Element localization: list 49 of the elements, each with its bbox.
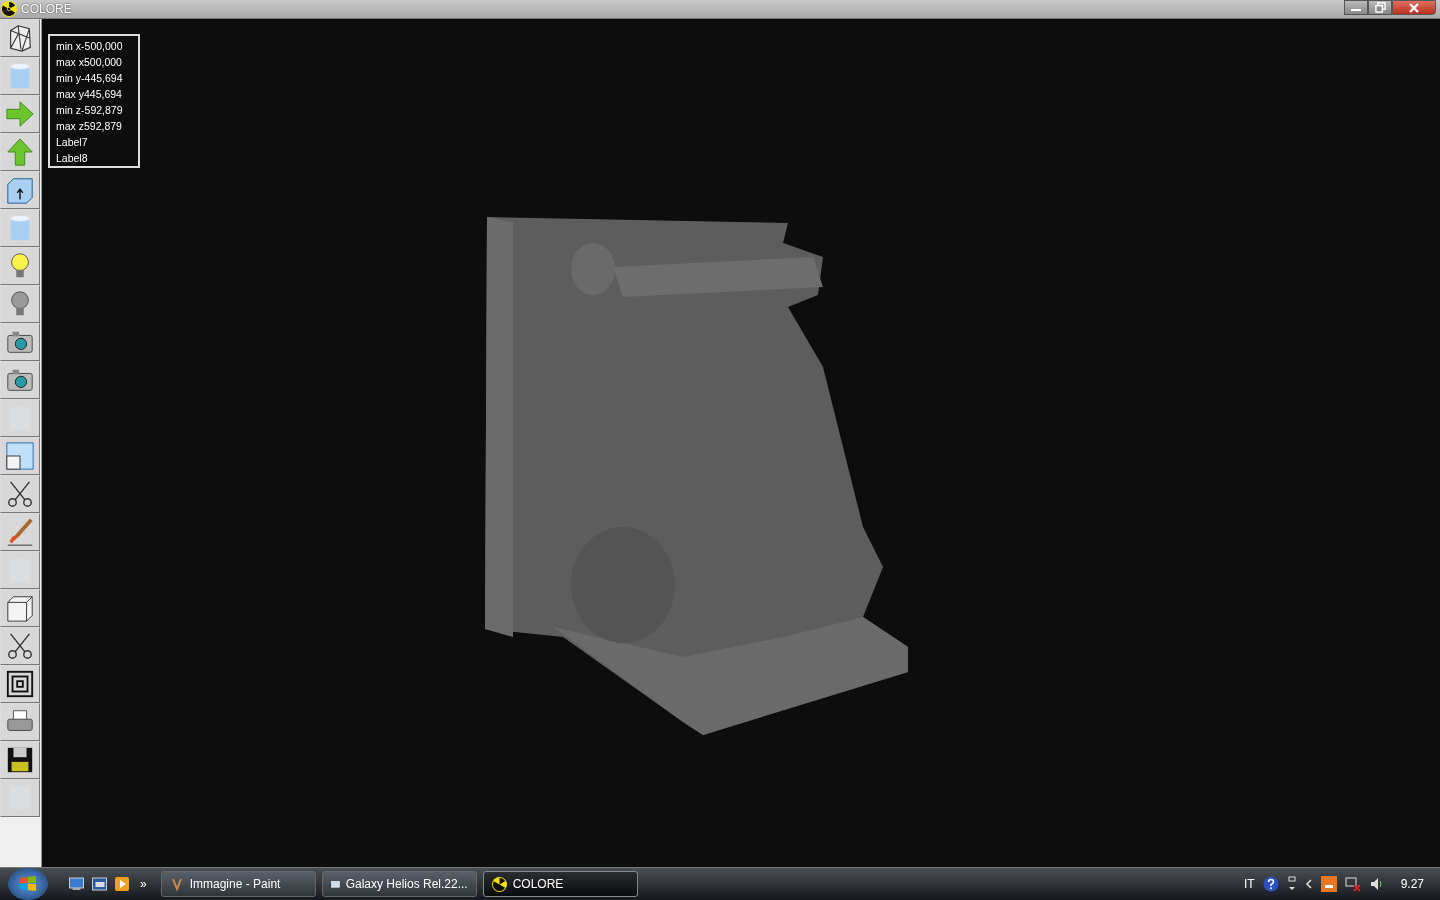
help-icon[interactable] [1262, 876, 1279, 892]
toolbar-button[interactable] [0, 741, 40, 779]
start-button[interactable] [8, 868, 48, 900]
windows-switch-icon[interactable] [91, 877, 108, 891]
radiation-icon [491, 876, 507, 892]
chevron-left-icon[interactable] [1304, 878, 1313, 890]
window-icon [5, 441, 35, 471]
network-disconnected-icon[interactable] [1344, 876, 1361, 892]
desktop-icon[interactable] [68, 877, 85, 891]
taskbar-button[interactable]: Galaxy Helios Rel.22... [321, 871, 477, 897]
taskbar-button[interactable]: Immagine - Paint [160, 871, 316, 897]
info-label: Label8 [56, 151, 89, 166]
cube-icon [5, 593, 35, 623]
taskbar-button[interactable]: COLORE [482, 871, 638, 897]
toolbar-button[interactable] [0, 589, 40, 627]
squares-icon [5, 669, 35, 699]
arrow-up-icon [5, 137, 35, 167]
toolbar-button[interactable] [0, 665, 40, 703]
windows-restore-icon[interactable] [1286, 876, 1297, 892]
close-button[interactable] [1392, 0, 1436, 15]
arrow-right-icon [5, 99, 35, 129]
scissors-icon [5, 479, 35, 509]
toolbar-button[interactable] [0, 703, 40, 741]
play-icon[interactable] [114, 876, 130, 892]
radiation-icon [1, 1, 17, 17]
language-indicator[interactable]: IT [1243, 877, 1255, 891]
info-label: min z-592,879 [56, 103, 124, 118]
more-button[interactable]: » [140, 877, 147, 891]
box-arrow-icon [5, 175, 35, 205]
windows-logo-icon [18, 874, 38, 894]
restore-icon [1374, 2, 1386, 13]
info-label: min y-445,694 [56, 71, 124, 86]
scissors-icon [5, 631, 35, 661]
window-title: COLORE [21, 2, 72, 16]
info-label: max y445,694 [56, 87, 123, 102]
toolbar-button[interactable] [0, 19, 40, 57]
info-label: min x-500,000 [56, 39, 124, 54]
restore-button[interactable] [1368, 0, 1392, 15]
toolbar-button[interactable] [0, 475, 40, 513]
minimize-button[interactable] [1344, 0, 1368, 15]
brush-icon [5, 517, 35, 547]
info-label: max z592,879 [56, 119, 123, 134]
speaker-icon[interactable] [1368, 876, 1385, 892]
info-label: max x500,000 [56, 55, 123, 70]
close-icon [1408, 2, 1420, 13]
toolbar-button[interactable] [0, 627, 40, 665]
floppy-icon [5, 745, 35, 775]
clock[interactable]: 9.27 [1400, 877, 1424, 891]
info-label: Label7 [56, 135, 89, 150]
